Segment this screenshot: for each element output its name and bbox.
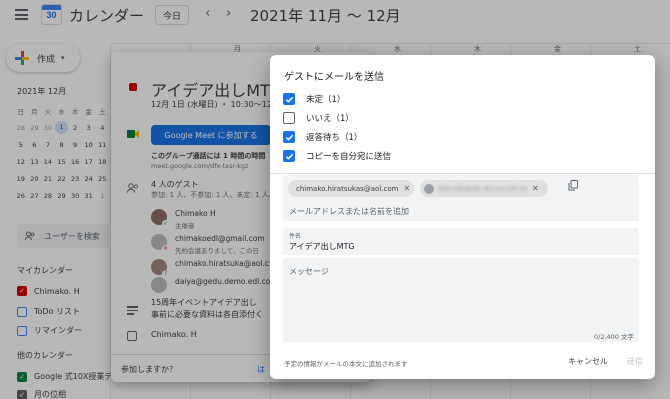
recipient-chip[interactable]: chimako.hiratsukas@aol.com ✕ — [288, 180, 414, 197]
dialog-title: ゲストにメールを送信 — [284, 72, 384, 83]
subject-value: アイデア出しMTG — [289, 242, 355, 251]
checkbox-checked-icon[interactable] — [283, 150, 295, 162]
message-textarea[interactable]: メッセージ 0/2,400 文字 — [283, 258, 639, 342]
subject-field[interactable]: 件名 アイデア出しMTG — [283, 228, 639, 255]
option-label: いいえ（1） — [306, 114, 354, 124]
recipients-field[interactable]: chimako.hiratsukas@aol.com ✕ daiya@gedu.… — [283, 175, 639, 221]
recipient-email: daiya@gedu.demo.edl.co — [438, 184, 527, 193]
send-button[interactable]: 送信 — [627, 356, 643, 367]
character-count: 0/2,400 文字 — [594, 333, 634, 341]
option-copy-to-self[interactable]: コピーを自分宛に送信 — [283, 150, 391, 162]
option-label: 返答待ち（1） — [306, 133, 363, 143]
subject-label: 件名 — [289, 233, 302, 240]
add-recipient-placeholder: メールアドレスまたは名前を追加 — [289, 207, 409, 216]
checkbox-checked-icon[interactable] — [283, 93, 295, 105]
option-label: コピーを自分宛に送信 — [306, 152, 392, 162]
copy-icon[interactable] — [568, 180, 578, 191]
recipient-chip[interactable]: daiya@gedu.demo.edl.co ✕ — [420, 180, 548, 197]
option-maybe[interactable]: 未定（1） — [283, 93, 345, 105]
checkbox-unchecked-icon[interactable] — [283, 112, 295, 124]
avatar — [424, 183, 434, 194]
divider — [270, 173, 655, 174]
email-guests-dialog: ゲストにメールを送信 未定（1） いいえ（1） 返答待ち（1） コピーを自分宛に… — [270, 55, 655, 379]
cancel-button[interactable]: キャンセル — [568, 356, 608, 367]
option-awaiting[interactable]: 返答待ち（1） — [283, 131, 362, 143]
option-label: 未定（1） — [306, 95, 346, 105]
option-no[interactable]: いいえ（1） — [283, 112, 354, 124]
remove-recipient-icon[interactable]: ✕ — [532, 184, 539, 193]
footer-note: 予定の情報がメールの本文に追加されます — [284, 360, 408, 368]
checkbox-checked-icon[interactable] — [283, 131, 295, 143]
message-placeholder: メッセージ — [289, 267, 329, 276]
remove-recipient-icon[interactable]: ✕ — [403, 184, 410, 193]
recipient-email: chimako.hiratsukas@aol.com — [296, 184, 399, 193]
